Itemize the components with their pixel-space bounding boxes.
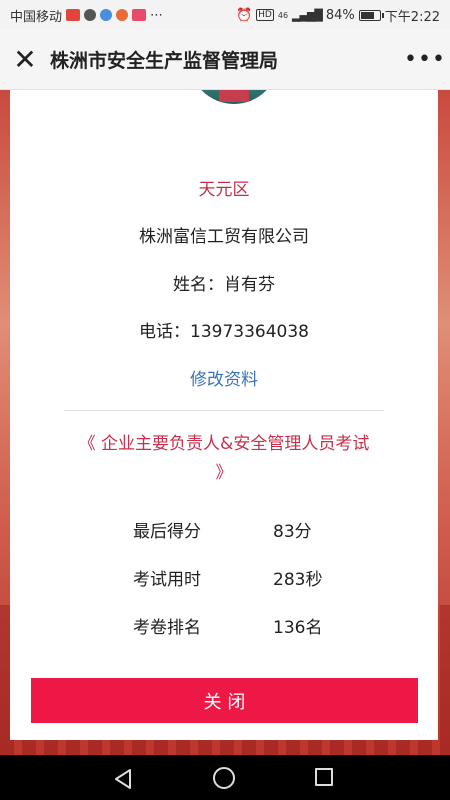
result-label: 最后得分 bbox=[133, 522, 201, 542]
network-label: 46 bbox=[277, 10, 289, 20]
result-row-rank: 考卷排名 136名 bbox=[10, 613, 438, 638]
profile-card: 天元区 株洲富信工贸有限公司 姓名：肖有芬 电话：13973364038 修改资… bbox=[10, 90, 438, 740]
more-notifications-icon: ⋯ bbox=[150, 7, 164, 23]
user-name: 姓名：肖有芬 bbox=[173, 275, 275, 295]
notification-icon bbox=[66, 9, 81, 21]
title-bar: ✕ 株洲市安全生产监督管理局 ••• bbox=[0, 30, 450, 90]
status-left: 中国移动 ⋯ bbox=[10, 6, 163, 25]
hd-icon: HD bbox=[256, 9, 274, 21]
result-value: 136名 bbox=[273, 618, 323, 638]
company-name: 株洲富信工贸有限公司 bbox=[139, 227, 309, 247]
home-circle-icon[interactable] bbox=[213, 767, 235, 789]
back-triangle-icon[interactable] bbox=[112, 767, 136, 791]
battery-percent: 84% bbox=[325, 7, 355, 23]
result-label: 考试用时 bbox=[133, 570, 201, 590]
battery-icon bbox=[358, 9, 384, 21]
status-right: ⏰ HD 46 ▂▄▆█ 84% 下午2:22 bbox=[236, 6, 440, 25]
alarm-icon: ⏰ bbox=[235, 7, 253, 23]
news-icon bbox=[132, 9, 147, 21]
divider bbox=[64, 410, 384, 411]
result-value: 283秒 bbox=[273, 570, 323, 590]
result-label: 考卷排名 bbox=[133, 618, 201, 638]
page-title: 株洲市安全生产监督管理局 bbox=[50, 50, 279, 72]
result-row-score: 最后得分 83分 bbox=[10, 517, 438, 542]
edit-profile-link[interactable]: 修改资料 bbox=[10, 365, 438, 390]
district-label: 天元区 bbox=[198, 180, 250, 200]
avatar-clip bbox=[10, 90, 438, 104]
user-phone: 电话：13973364038 bbox=[139, 322, 309, 342]
result-value: 83分 bbox=[273, 522, 312, 542]
status-bar: 中国移动 ⋯ ⏰ HD 46 ▂▄▆█ 84% 下午2:22 bbox=[0, 0, 450, 30]
result-row-time: 考试用时 283秒 bbox=[10, 565, 438, 590]
carrier-label: 中国移动 bbox=[10, 9, 63, 25]
browser-icon bbox=[116, 9, 129, 21]
cloud-icon bbox=[100, 9, 113, 21]
signal-icon: ▂▄▆█ bbox=[292, 8, 323, 22]
recent-square-icon[interactable] bbox=[315, 768, 333, 786]
app-icon bbox=[84, 9, 97, 21]
avatar bbox=[189, 90, 279, 104]
clock: 下午2:22 bbox=[384, 9, 440, 25]
close-icon[interactable]: ✕ bbox=[0, 30, 50, 90]
more-icon[interactable]: ••• bbox=[400, 47, 450, 72]
exam-title: 《 企业主要负责人&安全管理人员考试 》 bbox=[78, 434, 370, 483]
system-nav-bar bbox=[0, 755, 450, 800]
close-button[interactable]: 关 闭 bbox=[31, 678, 418, 723]
